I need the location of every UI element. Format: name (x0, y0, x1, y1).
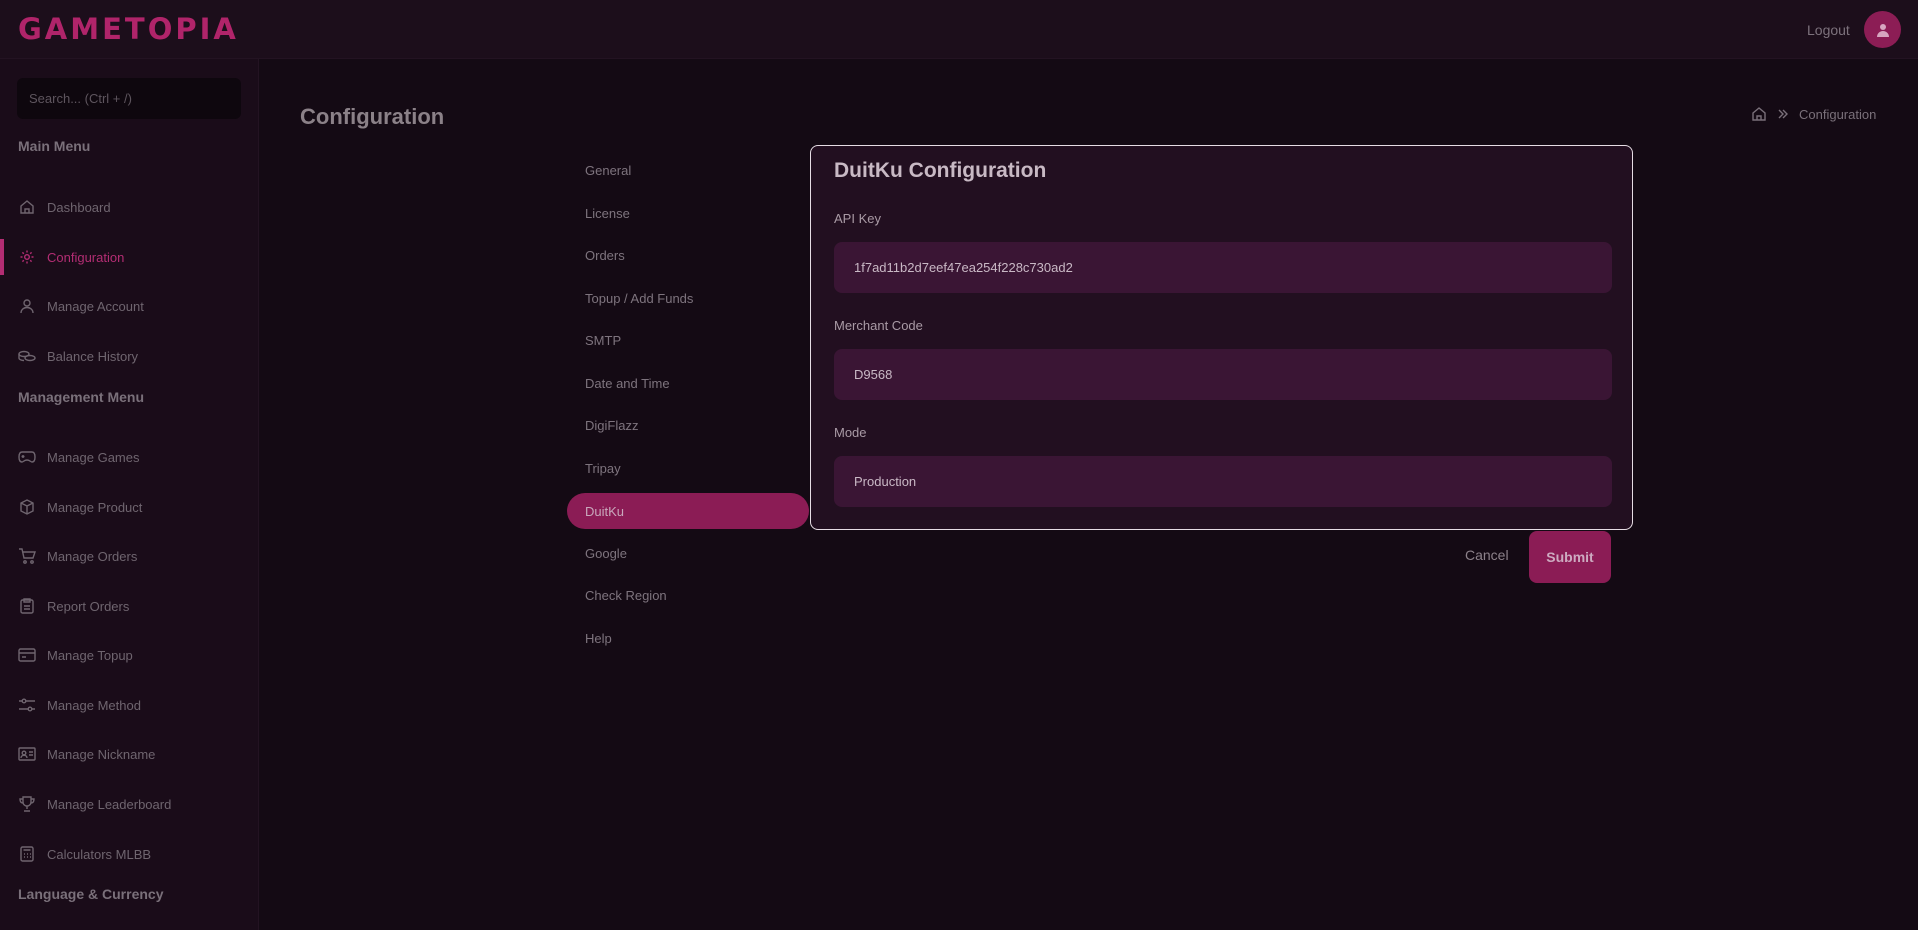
merchant-code-input[interactable]: D9568 (834, 349, 1612, 400)
config-tab-digiflazz[interactable]: DigiFlazz (567, 407, 809, 443)
sidebar-item-manage-product[interactable]: Manage Product (0, 489, 259, 525)
sidebar-item-manage-leaderboard[interactable]: Manage Leaderboard (0, 786, 259, 822)
language-currency-title: Language & Currency (18, 886, 164, 902)
sidebar-item-calculators-mlbb[interactable]: Calculators MLBB (0, 836, 259, 872)
cart-icon (18, 547, 36, 565)
sidebar-item-manage-account[interactable]: Manage Account (0, 288, 259, 324)
chevron-double-right-icon (1778, 109, 1788, 119)
sliders-icon (18, 696, 36, 714)
sidebar-item-label: Manage Topup (47, 647, 133, 663)
config-tab-check-region[interactable]: Check Region (567, 577, 809, 613)
logout-link[interactable]: Logout (1807, 22, 1850, 38)
user-icon (18, 297, 36, 315)
sidebar-item-manage-topup[interactable]: Manage Topup (0, 637, 259, 673)
user-icon (1876, 23, 1889, 37)
sidebar-item-label: Manage Account (47, 298, 144, 314)
sidebar-item-label: Manage Orders (47, 548, 138, 564)
api-key-input[interactable]: 1f7ad11b2d7eef47ea254f228c730ad2 (834, 242, 1612, 293)
breadcrumb-current: Configuration (1799, 106, 1877, 122)
sidebar-item-label: Manage Product (47, 499, 143, 515)
sidebar-item-manage-games[interactable]: Manage Games (0, 439, 259, 475)
sidebar-item-label: Dashboard (47, 199, 111, 215)
sidebar-item-label: Manage Method (47, 697, 141, 713)
sidebar-item-label: Balance History (47, 348, 139, 364)
coins-icon (18, 347, 36, 365)
gear-icon (18, 248, 36, 266)
sidebar-item-configuration[interactable]: Configuration (0, 239, 259, 275)
sidebar-item-label: Calculators MLBB (47, 846, 152, 862)
app-logo[interactable]: GAMETOPIA (18, 12, 239, 46)
sidebar-item-label: Configuration (47, 249, 125, 265)
config-tab-help[interactable]: Help (567, 620, 809, 656)
breadcrumb: Configuration (1751, 106, 1876, 122)
merchant-code-label: Merchant Code (834, 318, 923, 333)
sidebar-item-label: Manage Nickname (47, 746, 156, 762)
gamepad-icon (18, 448, 36, 466)
home-icon[interactable] (1751, 106, 1767, 122)
calculator-icon (18, 845, 36, 863)
user-avatar[interactable] (1864, 11, 1901, 48)
sidebar-item-label: Manage Leaderboard (47, 796, 172, 812)
config-tab-general[interactable]: General (567, 152, 809, 188)
sidebar-item-report-orders[interactable]: Report Orders (0, 588, 259, 624)
sidebar-item-dashboard[interactable]: Dashboard (0, 189, 259, 225)
cancel-button[interactable]: Cancel (1465, 547, 1509, 563)
mode-select[interactable]: Production (834, 456, 1612, 507)
config-tab-orders[interactable]: Orders (567, 237, 809, 273)
api-key-label: API Key (834, 211, 881, 226)
config-tab-tripay[interactable]: Tripay (567, 450, 809, 486)
clipboard-icon (18, 597, 36, 615)
config-tab-duitku[interactable]: DuitKu (567, 493, 809, 529)
home-icon (18, 198, 36, 216)
trophy-icon (18, 795, 36, 813)
box-icon (18, 498, 36, 516)
id-card-icon (18, 745, 36, 763)
sidebar-item-label: Report Orders (47, 598, 130, 614)
submit-button[interactable]: Submit (1529, 531, 1611, 583)
config-tab-google[interactable]: Google (567, 535, 809, 571)
sidebar-item-label: Manage Games (47, 449, 140, 465)
sidebar-item-manage-nickname[interactable]: Manage Nickname (0, 736, 259, 772)
panel-title: DuitKu Configuration (834, 159, 1047, 182)
config-tab-license[interactable]: License (567, 195, 809, 231)
duitku-config-panel: DuitKu Configuration API Key 1f7ad11b2d7… (810, 145, 1633, 530)
sidebar-item-balance-history[interactable]: Balance History (0, 338, 259, 374)
sidebar-item-manage-method[interactable]: Manage Method (0, 687, 259, 723)
management-menu-title: Management Menu (18, 389, 145, 405)
config-tab-date-and-time[interactable]: Date and Time (567, 365, 809, 401)
config-tab-topup-add-funds[interactable]: Topup / Add Funds (567, 280, 809, 316)
card-icon (18, 646, 36, 664)
mode-label: Mode (834, 425, 867, 440)
search-input[interactable] (17, 78, 241, 119)
sidebar: Main Menu Dashboard Configuration Manage… (0, 59, 259, 930)
main-menu-title: Main Menu (18, 138, 91, 154)
config-tab-smtp[interactable]: SMTP (567, 322, 809, 358)
top-bar: GAMETOPIA Logout (0, 0, 1918, 59)
sidebar-item-manage-orders[interactable]: Manage Orders (0, 538, 259, 574)
page-title: Configuration (300, 104, 445, 129)
